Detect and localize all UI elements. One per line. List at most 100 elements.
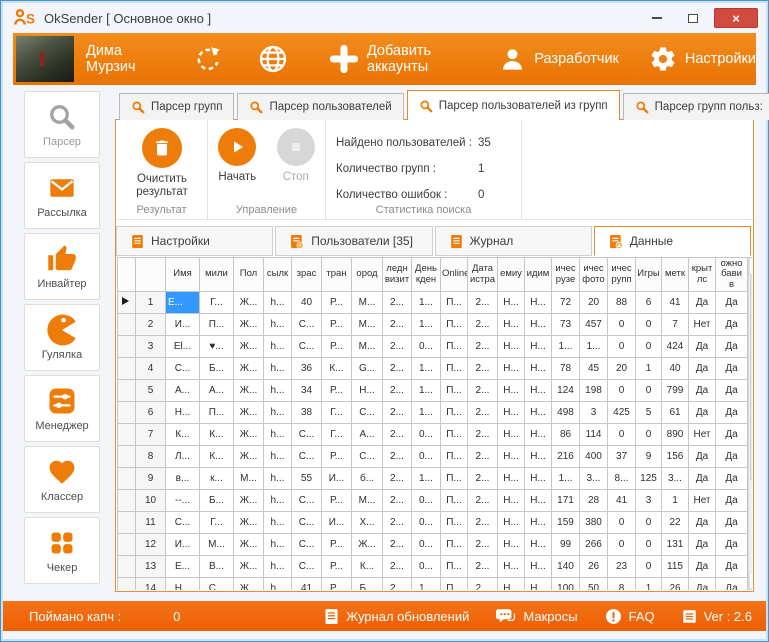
table-cell[interactable]: 50 [580,578,608,591]
table-cell[interactable]: 2... [383,446,412,468]
table-cell[interactable]: El... [166,336,200,358]
table-cell[interactable]: К... [352,556,383,578]
table-cell[interactable]: 9 [636,446,662,468]
table-cell[interactable]: 171 [552,490,580,512]
table-cell[interactable]: Н... [498,578,525,591]
row-marker-cell[interactable] [118,336,136,358]
column-header[interactable]: крыт лс [689,258,716,292]
row-number[interactable]: 4 [136,358,166,380]
table-cell[interactable]: б... [352,468,383,490]
table-cell[interactable]: 1... [552,336,580,358]
table-cell[interactable]: Н... [525,578,552,591]
table-cell[interactable]: М... [234,468,264,490]
table-cell[interactable]: 2... [468,490,498,512]
column-header[interactable]: емиу [498,258,525,292]
table-cell[interactable]: 99 [552,534,580,556]
table-cell[interactable]: Н... [498,512,525,534]
table-cell[interactable]: В... [200,556,234,578]
table-cell[interactable]: С... [200,578,234,591]
column-header[interactable]: Имя [166,258,200,292]
table-cell[interactable]: П... [441,578,468,591]
table-cell[interactable]: Н... [525,336,552,358]
table-cell[interactable]: П... [441,336,468,358]
table-cell[interactable]: П... [441,468,468,490]
table-cell[interactable]: 1... [552,468,580,490]
table-cell[interactable]: Р... [322,534,352,556]
globe-icon[interactable] [257,43,289,75]
table-cell[interactable]: Г... [322,424,352,446]
table-cell[interactable]: К... [166,424,200,446]
table-cell[interactable]: Да [689,358,716,380]
table-cell[interactable]: Н... [525,380,552,402]
table-cell[interactable]: С... [292,336,322,358]
table-cell[interactable]: 8 [608,578,636,591]
table-cell[interactable]: 20 [580,292,608,314]
table-cell[interactable]: 40 [292,292,322,314]
table-cell[interactable]: 140 [552,556,580,578]
add-accounts-button[interactable]: Добавить аккаунты [329,43,465,75]
row-number[interactable]: 2 [136,314,166,336]
table-cell[interactable]: Н... [525,556,552,578]
row-number[interactable]: 13 [136,556,166,578]
table-cell[interactable]: 100 [552,578,580,591]
table-cell[interactable]: 425 [608,402,636,424]
table-cell[interactable]: Да [716,402,748,424]
scroll-up-button[interactable] [749,258,752,275]
table-cell[interactable]: Н... [525,534,552,556]
tab-0[interactable]: Парсер групп [119,93,234,120]
table-cell[interactable]: Ж... [234,424,264,446]
table-cell[interactable]: 41 [608,490,636,512]
table-cell[interactable]: Н... [498,446,525,468]
table-cell[interactable]: h... [264,534,292,556]
table-cell[interactable]: П... [441,292,468,314]
table-cell[interactable]: 2... [383,578,412,591]
table-cell[interactable]: Да [689,380,716,402]
statusbar-link-2[interactable]: FAQ [605,608,655,625]
row-number[interactable]: 5 [136,380,166,402]
table-cell[interactable]: 41 [662,292,689,314]
table-cell[interactable]: Да [716,314,748,336]
statusbar-link-1[interactable]: Макросы [496,608,577,625]
table-cell[interactable]: П... [200,314,234,336]
table-cell[interactable]: G... [352,358,383,380]
table-cell[interactable]: 2... [383,556,412,578]
table-cell[interactable]: 2... [383,468,412,490]
table-cell[interactable]: 22 [662,512,689,534]
table-cell[interactable]: h... [264,402,292,424]
table-cell[interactable]: Е... [166,292,200,314]
table-cell[interactable]: 2... [383,358,412,380]
table-cell[interactable]: h... [264,424,292,446]
table-cell[interactable]: Г... [200,512,234,534]
table-cell[interactable]: 3... [662,468,689,490]
column-header[interactable]: зрас [292,258,322,292]
sidebar-item-2[interactable]: Инвайтер [24,233,100,300]
table-cell[interactable]: 1... [412,578,441,591]
table-cell[interactable]: П... [441,512,468,534]
scrollbar-track[interactable] [749,480,752,572]
table-cell[interactable]: 0 [636,314,662,336]
row-number[interactable]: 10 [136,490,166,512]
statusbar-link-3[interactable]: Ver : 2.6 [682,609,752,624]
table-cell[interactable]: 115 [662,556,689,578]
column-header[interactable]: День кден [412,258,441,292]
column-header[interactable]: Пол [234,258,264,292]
table-cell[interactable]: 498 [552,402,580,424]
table-cell[interactable]: Л... [166,446,200,468]
table-cell[interactable]: 78 [552,358,580,380]
table-cell[interactable]: 2... [468,468,498,490]
column-header[interactable]: идим [525,258,552,292]
table-cell[interactable]: Ж... [234,336,264,358]
table-cell[interactable]: 2... [468,512,498,534]
table-cell[interactable]: П... [441,402,468,424]
table-cell[interactable]: 156 [662,446,689,468]
table-cell[interactable]: С... [166,512,200,534]
row-number[interactable]: 14 [136,578,166,591]
table-cell[interactable]: Р... [322,556,352,578]
column-header[interactable]: сылк [264,258,292,292]
table-cell[interactable]: 0 [636,512,662,534]
table-cell[interactable]: С... [292,534,322,556]
table-cell[interactable]: М... [352,490,383,512]
scrollbar-thumb[interactable] [750,275,752,480]
table-cell[interactable]: П... [441,424,468,446]
table-cell[interactable]: 0 [608,512,636,534]
